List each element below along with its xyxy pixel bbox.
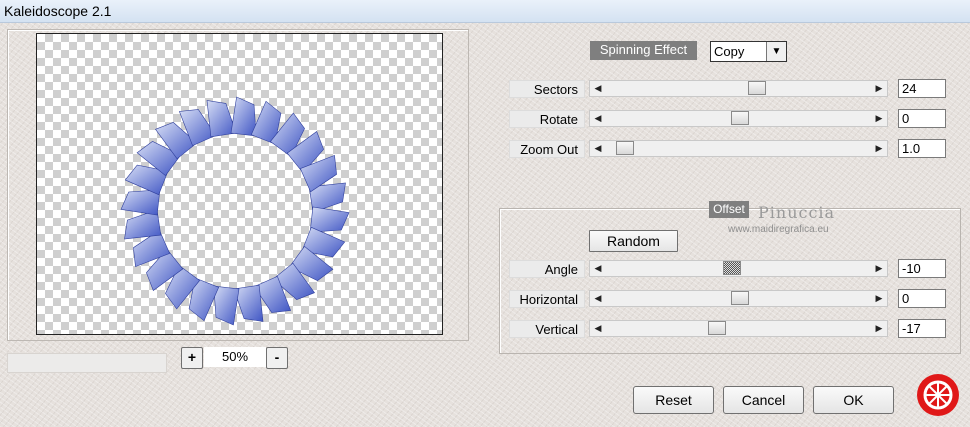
angle-slider-thumb[interactable] [723, 261, 741, 275]
mode-select[interactable]: Copy ▼ [710, 41, 787, 62]
offset-label: Offset [709, 201, 749, 218]
zoom-out-label: Zoom Out [509, 140, 585, 158]
right-arrow-icon[interactable]: ▶ [871, 81, 887, 96]
rotate-slider[interactable]: ◀ ▶ [589, 110, 888, 127]
right-arrow-icon[interactable]: ▶ [871, 141, 887, 156]
sectors-slider-thumb[interactable] [748, 81, 766, 95]
angle-value-field[interactable]: -10 [898, 259, 946, 278]
horizontal-label: Horizontal [509, 290, 585, 308]
left-arrow-icon[interactable]: ◀ [590, 141, 606, 156]
ring-tile [213, 285, 240, 326]
angle-label: Angle [509, 260, 585, 278]
random-button[interactable]: Random [589, 230, 678, 252]
cancel-button[interactable]: Cancel [723, 386, 804, 414]
spinning-effect-label: Spinning Effect [590, 41, 697, 60]
logo-icon[interactable] [916, 373, 960, 417]
zoom-in-button[interactable]: + [181, 347, 203, 369]
left-arrow-icon[interactable]: ◀ [590, 321, 606, 336]
right-arrow-icon[interactable]: ▶ [871, 111, 887, 126]
left-arrow-icon[interactable]: ◀ [590, 111, 606, 126]
sectors-label: Sectors [509, 80, 585, 98]
status-box [7, 353, 167, 373]
horizontal-slider[interactable]: ◀ ▶ [589, 290, 888, 307]
preview-canvas[interactable] [36, 33, 443, 335]
horizontal-slider-thumb[interactable] [731, 291, 749, 305]
rotate-value-field[interactable]: 0 [898, 109, 946, 128]
vertical-slider-thumb[interactable] [708, 321, 726, 335]
mode-select-value: Copy [714, 44, 745, 59]
vertical-label: Vertical [509, 320, 585, 338]
zoom-out-slider-thumb[interactable] [616, 141, 634, 155]
sectors-value-field[interactable]: 24 [898, 79, 946, 98]
ok-button[interactable]: OK [813, 386, 894, 414]
zoom-out-value-field[interactable]: 1.0 [898, 139, 946, 158]
horizontal-value-field[interactable]: 0 [898, 289, 946, 308]
right-arrow-icon[interactable]: ▶ [871, 261, 887, 276]
zoom-out-slider[interactable]: ◀ ▶ [589, 140, 888, 157]
zoom-out-button[interactable]: - [266, 347, 288, 369]
title-bar: Kaleidoscope 2.1 [0, 0, 970, 23]
zoom-level: 50% [204, 347, 266, 367]
rotate-label: Rotate [509, 110, 585, 128]
watermark-name: Pinuccia [758, 203, 836, 222]
reset-button[interactable]: Reset [633, 386, 714, 414]
rotate-slider-thumb[interactable] [731, 111, 749, 125]
kaleidoscope-ring [120, 96, 350, 326]
right-arrow-icon[interactable]: ▶ [871, 321, 887, 336]
watermark-site: www.maidiregrafica.eu [728, 224, 829, 235]
chevron-down-icon[interactable]: ▼ [766, 42, 786, 61]
window-title: Kaleidoscope 2.1 [4, 3, 112, 19]
right-arrow-icon[interactable]: ▶ [871, 291, 887, 306]
left-arrow-icon[interactable]: ◀ [590, 261, 606, 276]
ring-tile [120, 189, 161, 216]
angle-slider[interactable]: ◀ ▶ [589, 260, 888, 277]
vertical-value-field[interactable]: -17 [898, 319, 946, 338]
vertical-slider[interactable]: ◀ ▶ [589, 320, 888, 337]
sectors-slider[interactable]: ◀ ▶ [589, 80, 888, 97]
ring-tile [309, 206, 350, 233]
left-arrow-icon[interactable]: ◀ [590, 291, 606, 306]
ring-tile [230, 96, 257, 137]
left-arrow-icon[interactable]: ◀ [590, 81, 606, 96]
